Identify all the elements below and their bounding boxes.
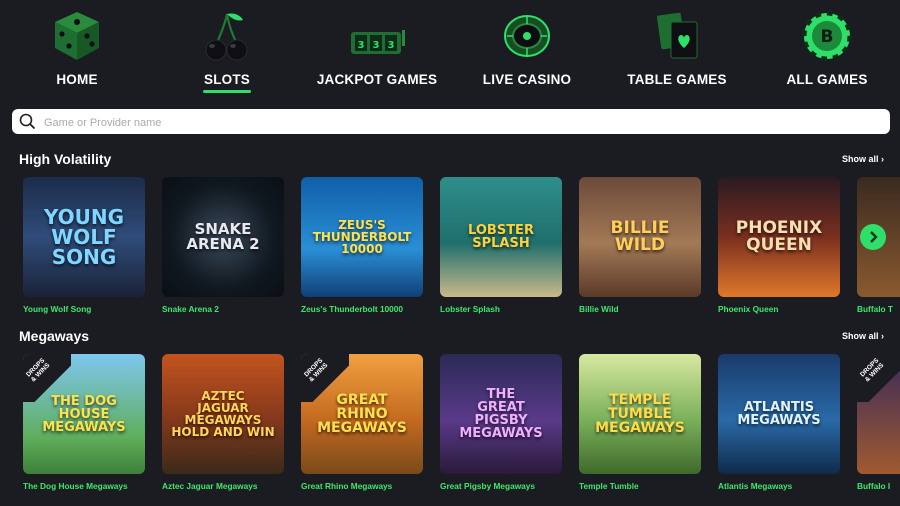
game-card[interactable]: LOBSTER SPLASH Lobster Splash	[440, 177, 562, 314]
nav-jackpot-games[interactable]: 3 3 3 JACKPOT GAMES	[302, 8, 452, 96]
section-title: High Volatility	[19, 151, 112, 167]
game-name: Lobster Splash	[440, 304, 500, 314]
playing-cards-icon	[657, 12, 698, 59]
game-card[interactable]: DROPS & WINS Buffalo I	[857, 354, 900, 491]
search-input[interactable]	[42, 111, 876, 134]
game-name: Great Pigsby Megaways	[440, 481, 535, 491]
show-all-link[interactable]: Show all ›	[842, 154, 884, 164]
game-name: The Dog House Megaways	[23, 481, 128, 491]
game-thumbnail: DROPS & WINS THE DOG HOUSE MEGAWAYS	[23, 354, 145, 474]
game-row: YOUNG WOLF SONG Young Wolf Song SNAKE AR…	[23, 177, 900, 317]
scroll-right-button[interactable]	[860, 224, 886, 250]
game-art-title: YOUNG WOLF SONG	[43, 205, 125, 269]
game-name: Aztec Jaguar Megaways	[162, 481, 258, 491]
nav-label: ALL GAMES	[786, 72, 868, 87]
nav-label: SLOTS	[203, 72, 250, 87]
game-thumbnail: THE GREAT PIGSBY MEGAWAYS	[440, 354, 562, 474]
game-art-title: TEMPLE TUMBLE MEGAWAYS	[595, 392, 685, 436]
game-card[interactable]: DROPS & WINS THE DOG HOUSE MEGAWAYS The …	[23, 354, 145, 491]
game-thumbnail: SNAKE ARENA 2	[162, 177, 284, 297]
nav-label: HOME	[56, 72, 98, 87]
game-thumbnail: DROPS & WINS GREAT RHINO MEGAWAYS	[301, 354, 423, 474]
active-tab-indicator	[203, 90, 251, 93]
game-art-title: LOBSTER SPLASH	[468, 223, 534, 251]
game-card[interactable]: AZTEC JAGUAR MEGAWAYS HOLD AND WIN Aztec…	[162, 354, 284, 491]
game-art-title: BILLIE WILD	[610, 218, 670, 255]
game-name: Temple Tumble	[579, 481, 639, 491]
game-art-title: SNAKE ARENA 2	[186, 220, 260, 253]
game-name: Buffalo I	[857, 481, 891, 491]
game-card[interactable]: ZEUS'S THUNDERBOLT 10000 Zeus's Thunderb…	[301, 177, 423, 314]
dice-icon	[55, 12, 99, 60]
game-name: Billie Wild	[579, 304, 619, 314]
game-name: Buffalo T	[857, 304, 893, 314]
nav-label: JACKPOT GAMES	[316, 72, 438, 87]
nav-table-games[interactable]: TABLE GAMES	[602, 8, 752, 96]
game-thumbnail: PHOENIX QUEEN	[718, 177, 840, 297]
drops-and-wins-badge: DROPS & WINS	[23, 354, 71, 402]
game-card[interactable]: ATLANTIS MEGAWAYS Atlantis Megaways	[718, 354, 840, 491]
game-thumbnail: DROPS & WINS	[857, 354, 900, 474]
game-art-title: ZEUS'S THUNDERBOLT 10000	[312, 218, 412, 256]
game-card[interactable]: BILLIE WILD Billie Wild	[579, 177, 701, 314]
game-thumbnail: ZEUS'S THUNDERBOLT 10000	[301, 177, 423, 297]
game-art-title: PHOENIX QUEEN	[735, 218, 823, 255]
game-name: Great Rhino Megaways	[301, 481, 393, 491]
nav-label: LIVE CASINO	[482, 72, 572, 87]
nav-label: TABLE GAMES	[627, 72, 727, 87]
game-thumbnail: LOBSTER SPLASH	[440, 177, 562, 297]
game-thumbnail: TEMPLE TUMBLE MEGAWAYS	[579, 354, 701, 474]
nav-all-games[interactable]: B ALL GAMES	[752, 8, 900, 96]
search-bar	[12, 109, 890, 134]
drops-and-wins-badge: DROPS & WINS	[301, 354, 349, 402]
game-card[interactable]: PHOENIX QUEEN Phoenix Queen	[718, 177, 840, 314]
svg-text:B: B	[821, 27, 834, 47]
show-all-link[interactable]: Show all ›	[842, 331, 884, 341]
svg-text:3: 3	[373, 40, 380, 51]
game-card[interactable]: TEMPLE TUMBLE MEGAWAYS Temple Tumble	[579, 354, 701, 491]
game-thumbnail: AZTEC JAGUAR MEGAWAYS HOLD AND WIN	[162, 354, 284, 474]
search-icon	[19, 113, 36, 130]
chevron-right-icon	[870, 231, 878, 243]
game-name: Atlantis Megaways	[718, 481, 793, 491]
game-card[interactable]: DROPS & WINS GREAT RHINO MEGAWAYS Great …	[301, 354, 423, 491]
cherries-icon	[205, 13, 248, 61]
game-thumbnail: BILLIE WILD	[579, 177, 701, 297]
game-thumbnail: YOUNG WOLF SONG	[23, 177, 145, 297]
game-art-title: THE GREAT PIGSBY MEGAWAYS	[459, 387, 543, 441]
game-name: Snake Arena 2	[162, 304, 219, 314]
game-art-title: AZTEC JAGUAR MEGAWAYS HOLD AND WIN	[171, 389, 275, 439]
section-title: Megaways	[19, 328, 90, 344]
game-thumbnail: ATLANTIS MEGAWAYS	[718, 354, 840, 474]
game-name: Phoenix Queen	[718, 304, 779, 314]
game-name: Young Wolf Song	[23, 304, 92, 314]
game-art-title: ATLANTIS MEGAWAYS	[737, 400, 821, 428]
game-card[interactable]: SNAKE ARENA 2 Snake Arena 2	[162, 177, 284, 314]
svg-text:3: 3	[388, 40, 395, 51]
top-navigation: HOME SLOTS 3 3 3 JACKPOT GAMES LIVE CASI…	[0, 0, 900, 100]
drops-and-wins-badge: DROPS & WINS	[857, 354, 900, 402]
slot-reels-icon: 3 3 3	[351, 30, 405, 54]
game-row: DROPS & WINS THE DOG HOUSE MEGAWAYS The …	[23, 354, 900, 494]
nav-slots[interactable]: SLOTS	[152, 8, 302, 96]
game-name: Zeus's Thunderbolt 10000	[301, 304, 404, 314]
nav-live-casino[interactable]: LIVE CASINO	[452, 8, 602, 96]
game-card[interactable]: YOUNG WOLF SONG Young Wolf Song	[23, 177, 145, 314]
poker-chip-icon: B	[801, 10, 853, 62]
roulette-wheel-icon	[504, 15, 550, 57]
game-card[interactable]: THE GREAT PIGSBY MEGAWAYS Great Pigsby M…	[440, 354, 562, 491]
nav-home[interactable]: HOME	[2, 8, 152, 96]
svg-text:3: 3	[358, 40, 365, 51]
